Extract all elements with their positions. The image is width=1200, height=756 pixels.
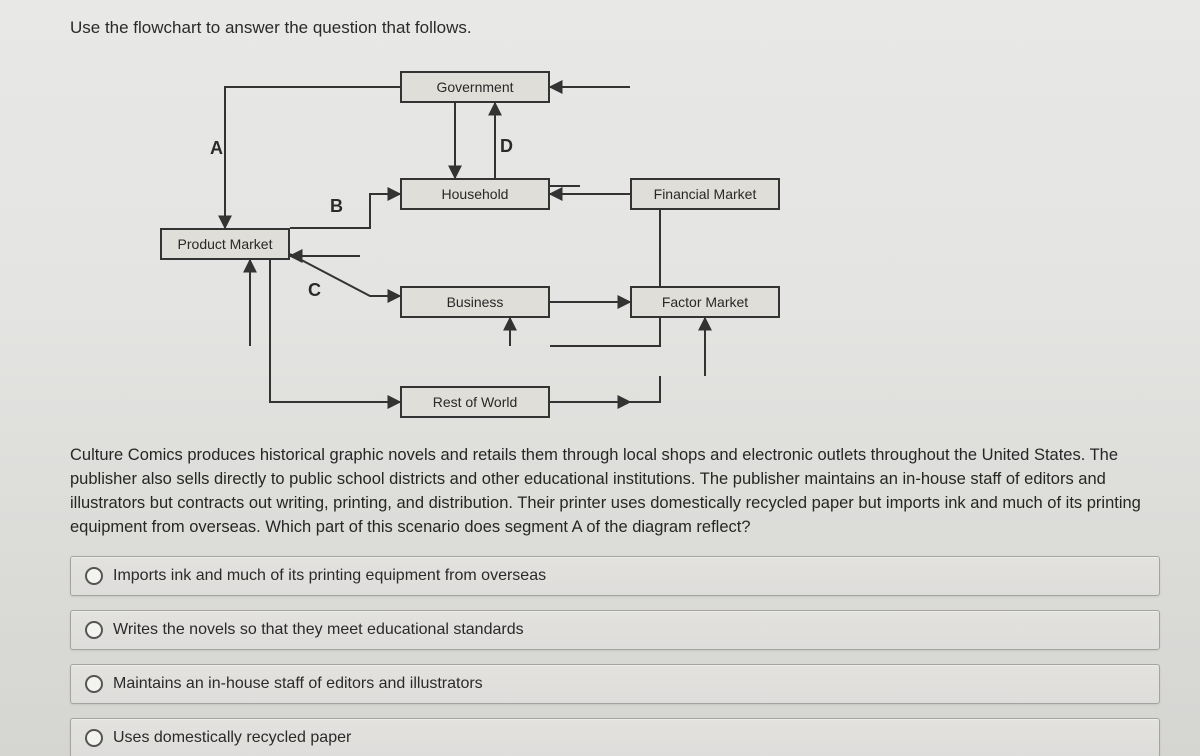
answer-option[interactable]: Writes the novels so that they meet educ… — [70, 610, 1160, 650]
node-household: Household — [400, 178, 550, 210]
node-factor-market: Factor Market — [630, 286, 780, 318]
answer-option-label: Maintains an in-house staff of editors a… — [113, 675, 483, 693]
node-financial-market: Financial Market — [630, 178, 780, 210]
node-government: Government — [400, 71, 550, 103]
node-rest-of-world: Rest of World — [400, 386, 550, 418]
answer-option[interactable]: Uses domestically recycled paper — [70, 718, 1160, 756]
radio-icon — [85, 729, 103, 747]
answer-options: Imports ink and much of its printing equ… — [70, 556, 1160, 756]
question-text: Culture Comics produces historical graph… — [70, 444, 1160, 540]
instruction-text: Use the flowchart to answer the question… — [70, 18, 1160, 38]
answer-option[interactable]: Maintains an in-house staff of editors a… — [70, 664, 1160, 704]
answer-option[interactable]: Imports ink and much of its printing equ… — [70, 556, 1160, 596]
radio-icon — [85, 567, 103, 585]
segment-label-a: A — [210, 138, 223, 159]
segment-label-d: D — [500, 136, 513, 157]
answer-option-label: Imports ink and much of its printing equ… — [113, 567, 546, 585]
answer-option-label: Uses domestically recycled paper — [113, 729, 351, 747]
answer-option-label: Writes the novels so that they meet educ… — [113, 621, 524, 639]
radio-icon — [85, 675, 103, 693]
segment-label-c: C — [308, 280, 321, 301]
quiz-page: Use the flowchart to answer the question… — [0, 0, 1200, 756]
node-business: Business — [400, 286, 550, 318]
node-product-market: Product Market — [160, 228, 290, 260]
radio-icon — [85, 621, 103, 639]
flowchart: Government Household Product Market Fina… — [100, 46, 820, 426]
segment-label-b: B — [330, 196, 343, 217]
